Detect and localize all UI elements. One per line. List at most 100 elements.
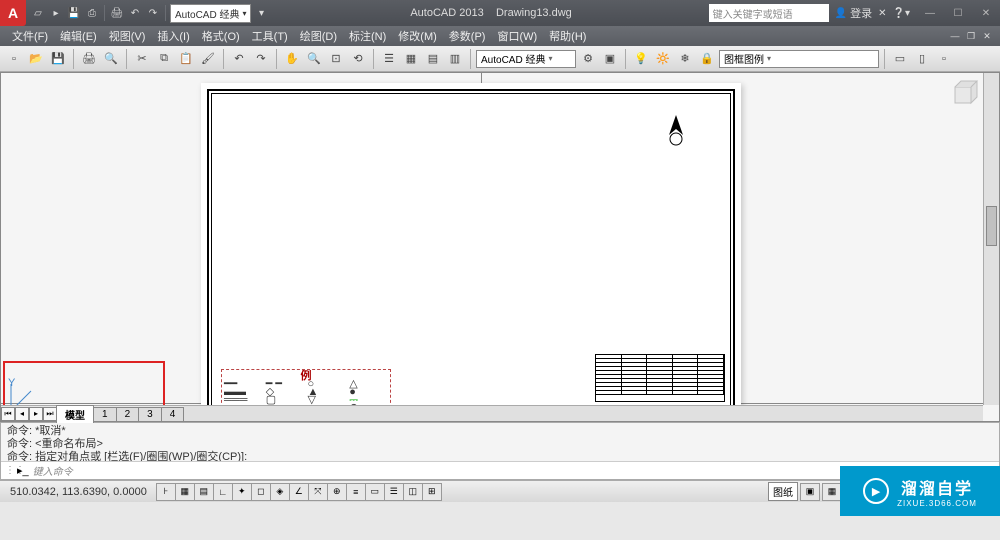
- menu-edit[interactable]: 编辑(E): [54, 26, 103, 46]
- menu-draw[interactable]: 绘图(D): [294, 26, 343, 46]
- tb-preview-icon[interactable]: 🔍: [101, 49, 121, 69]
- watermark-overlay: ▶ 溜溜自学 ZIXUE.3D66.COM: [840, 466, 1000, 516]
- tb-zoomprev-icon[interactable]: ⟲: [348, 49, 368, 69]
- tab-nav-prev[interactable]: ◂: [15, 407, 29, 421]
- minimize-button[interactable]: —: [916, 4, 944, 22]
- sb-snap-icon[interactable]: ▦: [175, 483, 195, 501]
- menu-view[interactable]: 视图(V): [103, 26, 152, 46]
- search-input[interactable]: 键入关键字或短语: [709, 4, 829, 22]
- tb-layer-state-icon[interactable]: ▭: [890, 49, 910, 69]
- login-button[interactable]: 👤 登录: [835, 5, 872, 21]
- tab-layout-1[interactable]: 1: [93, 407, 117, 421]
- sb-qp-icon[interactable]: ☰: [384, 483, 404, 501]
- tb-props-icon[interactable]: ☰: [379, 49, 399, 69]
- menu-modify[interactable]: 修改(M): [392, 26, 443, 46]
- workspace-dropdown[interactable]: AutoCAD 经典: [170, 4, 251, 23]
- tb-undo-icon[interactable]: ↶: [229, 49, 249, 69]
- sb-am-icon[interactable]: ⊞: [422, 483, 442, 501]
- plot-icon[interactable]: 🖨: [109, 5, 125, 21]
- tb-ws-gear-icon[interactable]: ⚙: [578, 49, 598, 69]
- menu-tools[interactable]: 工具(T): [246, 26, 294, 46]
- tb-ws-save-icon[interactable]: ▣: [600, 49, 620, 69]
- menu-format[interactable]: 格式(O): [196, 26, 246, 46]
- tb-layer-lock-icon[interactable]: 🔒: [697, 49, 717, 69]
- tb-new-icon[interactable]: ▫: [4, 49, 24, 69]
- menu-window[interactable]: 窗口(W): [491, 26, 543, 46]
- sb-otrack-icon[interactable]: ∠: [289, 483, 309, 501]
- layer-dropdown[interactable]: 图框图例: [719, 50, 879, 68]
- tb-cut-icon[interactable]: ✂: [132, 49, 152, 69]
- coordinates-readout[interactable]: 510.0342, 113.6390, 0.0000: [4, 486, 153, 498]
- tb-paste-icon[interactable]: 📋: [176, 49, 196, 69]
- tab-nav-last[interactable]: ⏭: [43, 407, 57, 421]
- new-icon[interactable]: ▱: [30, 5, 46, 21]
- help-icon[interactable]: ❔▾: [893, 8, 910, 19]
- scrollbar-horizontal[interactable]: [161, 405, 983, 421]
- tb-layer-iso-icon[interactable]: 💡: [631, 49, 651, 69]
- tb-plot-icon[interactable]: 🖨: [79, 49, 99, 69]
- sb-ducs-icon[interactable]: ⤧: [308, 483, 328, 501]
- paper-model-toggle[interactable]: 图纸: [768, 482, 798, 501]
- tab-model[interactable]: 模型: [56, 405, 94, 423]
- menu-dim[interactable]: 标注(N): [343, 26, 392, 46]
- tab-nav-next[interactable]: ▸: [29, 407, 43, 421]
- sb-quickview2-icon[interactable]: ▦: [822, 483, 842, 501]
- sb-polar-icon[interactable]: ✦: [232, 483, 252, 501]
- menu-insert[interactable]: 插入(I): [151, 26, 195, 46]
- tb-layer-walk-icon[interactable]: ▫: [934, 49, 954, 69]
- sb-osnap-icon[interactable]: ◻: [251, 483, 271, 501]
- menu-help[interactable]: 帮助(H): [543, 26, 592, 46]
- drawing-area[interactable]: 例 ━━━ ━○△ ▬▬◇▲● ═══▢▽⎓ ┅┅■▬⊕ ━━◆↯⊗: [0, 72, 1000, 422]
- tb-layer-prev-icon[interactable]: ▯: [912, 49, 932, 69]
- tb-dc-icon[interactable]: ▦: [401, 49, 421, 69]
- tb-copy-icon[interactable]: ⧉: [154, 49, 174, 69]
- tb-match-icon[interactable]: 🖌: [198, 49, 218, 69]
- sb-quickview-icon[interactable]: ▣: [800, 483, 820, 501]
- sb-tpy-icon[interactable]: ▭: [365, 483, 385, 501]
- command-history: 命令: *取消* 命令: <重命名布局> 命令: 指定对角点或 [栏选(F)/圈…: [1, 423, 999, 461]
- tb-tp-icon[interactable]: ▤: [423, 49, 443, 69]
- layout-tabs: ⏮ ◂ ▸ ⏭ 模型 1 2 3 4: [1, 405, 184, 421]
- sb-sc-icon[interactable]: ◫: [403, 483, 423, 501]
- tab-layout-4[interactable]: 4: [161, 407, 185, 421]
- tab-layout-3[interactable]: 3: [138, 407, 162, 421]
- cmd-grip-icon[interactable]: ⋮⋮: [5, 465, 17, 476]
- sb-ortho-icon[interactable]: ∟: [213, 483, 233, 501]
- open-icon[interactable]: ▸: [48, 5, 64, 21]
- tb-ssm-icon[interactable]: ▥: [445, 49, 465, 69]
- tab-nav-first[interactable]: ⏮: [1, 407, 15, 421]
- saveas-icon[interactable]: ⎙: [84, 5, 100, 21]
- undo-icon[interactable]: ↶: [127, 5, 143, 21]
- scrollbar-vertical[interactable]: [983, 73, 999, 405]
- workspace-dd2[interactable]: AutoCAD 经典: [476, 50, 576, 68]
- save-icon[interactable]: 💾: [66, 5, 82, 21]
- sb-infer-icon[interactable]: ⊦: [156, 483, 176, 501]
- exchange-icon[interactable]: ✕: [878, 8, 886, 19]
- close-button[interactable]: ✕: [972, 4, 1000, 22]
- tb-layer-frz-icon[interactable]: ❄: [675, 49, 695, 69]
- command-prompt-text: 键入命令: [29, 463, 77, 478]
- sb-lwt-icon[interactable]: ≡: [346, 483, 366, 501]
- view-cube[interactable]: [945, 77, 981, 113]
- redo-icon[interactable]: ↷: [145, 5, 161, 21]
- doc-close-button[interactable]: ✕: [980, 29, 994, 43]
- tb-save-icon[interactable]: 💾: [48, 49, 68, 69]
- menu-file[interactable]: 文件(F): [6, 26, 54, 46]
- tb-zoomwin-icon[interactable]: ⊡: [326, 49, 346, 69]
- tb-zoom-icon[interactable]: 🔍: [304, 49, 324, 69]
- cmd-chevron-icon: ▸_: [17, 464, 29, 477]
- maximize-button[interactable]: ☐: [944, 4, 972, 22]
- tb-redo-icon[interactable]: ↷: [251, 49, 271, 69]
- tb-layer-off-icon[interactable]: 🔆: [653, 49, 673, 69]
- tab-layout-2[interactable]: 2: [116, 407, 140, 421]
- tb-pan-icon[interactable]: ✋: [282, 49, 302, 69]
- sb-3dosnap-icon[interactable]: ◈: [270, 483, 290, 501]
- qat-more-icon[interactable]: ▾: [253, 5, 269, 21]
- doc-minimize-button[interactable]: —: [948, 29, 962, 43]
- doc-restore-button[interactable]: ❐: [964, 29, 978, 43]
- sb-dyn-icon[interactable]: ⊕: [327, 483, 347, 501]
- tb-open-icon[interactable]: 📂: [26, 49, 46, 69]
- menu-param[interactable]: 参数(P): [443, 26, 492, 46]
- app-logo[interactable]: A: [0, 0, 26, 26]
- sb-grid-icon[interactable]: ▤: [194, 483, 214, 501]
